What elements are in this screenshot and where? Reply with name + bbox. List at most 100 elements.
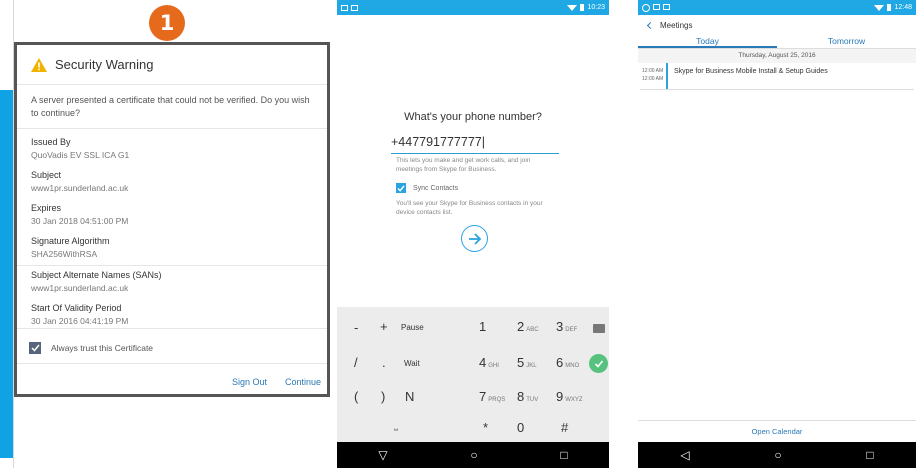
key-plus[interactable]: + xyxy=(380,319,388,334)
key-3[interactable]: 3 DEF xyxy=(556,319,577,334)
field-value: QuoVadis EV SSL ICA G1 xyxy=(31,150,130,160)
field-label: Subject xyxy=(31,170,62,180)
key-slash[interactable]: / xyxy=(354,355,358,370)
event-end: 12:00 AM xyxy=(642,76,664,82)
key-7[interactable]: 7 PRQS xyxy=(479,389,505,404)
warning-triangle-icon xyxy=(31,57,47,72)
field-label: Signature Algorithm xyxy=(31,236,110,246)
event-start: 12:00 AM xyxy=(642,68,664,74)
confirm-check-button[interactable] xyxy=(589,354,608,373)
key-4[interactable]: 4 GHI xyxy=(479,355,499,370)
status-time: 12:48 xyxy=(894,4,912,11)
date-header: Thursday, August 25, 2016 xyxy=(638,49,916,63)
event-times: 12:00 AM 12:00 AM xyxy=(640,63,668,89)
list-item[interactable]: 12:00 AM 12:00 AM Skype for Business Mob… xyxy=(640,63,914,90)
field-label: Expires xyxy=(31,203,62,213)
key-1[interactable]: 1 xyxy=(479,319,486,334)
home-nav-icon[interactable]: ○ xyxy=(774,448,781,462)
key-rparen[interactable]: ) xyxy=(381,389,385,404)
field-subject: Subject www1pr.sunderland.ac.uk xyxy=(31,169,313,195)
field-value: 30 Jan 2016 04:41:19 PM xyxy=(31,316,129,326)
field-value: www1pr.sunderland.ac.uk xyxy=(31,283,129,293)
trust-label: Always trust this Certificate xyxy=(51,343,154,353)
dialog-title: Security Warning xyxy=(55,57,154,72)
tab-today[interactable]: Today xyxy=(638,35,777,48)
arrow-right-icon xyxy=(468,232,481,245)
sync-contacts-checkbox[interactable]: Sync Contacts xyxy=(396,183,458,193)
dialog-message: A server presented a certificate that co… xyxy=(17,85,327,129)
sign-out-button[interactable]: Sign Out xyxy=(232,377,267,387)
sync-hint: You'll see your Skype for Business conta… xyxy=(396,200,543,216)
key-space[interactable]: ⎵ xyxy=(394,420,398,431)
back-nav-icon[interactable]: ◁ xyxy=(680,448,689,462)
wifi-icon xyxy=(567,4,578,11)
field-expires: Expires 30 Jan 2018 04:51:00 PM xyxy=(31,202,313,228)
key-6[interactable]: 6 MNO xyxy=(556,355,579,370)
field-label: Start Of Validity Period xyxy=(31,303,122,313)
backspace-icon[interactable] xyxy=(593,324,605,333)
field-value: www1pr.sunderland.ac.uk xyxy=(31,183,129,193)
field-signature-algorithm: Signature Algorithm SHA256WithRSA xyxy=(31,235,313,261)
divider xyxy=(17,265,327,266)
certificate-fields: Issued By QuoVadis EV SSL ICA G1 Subject… xyxy=(17,136,327,328)
back-label: Meetings xyxy=(660,20,693,30)
phone-number-screen: 10:23 What's your phone number? +4477917… xyxy=(337,0,609,468)
key-2[interactable]: 2 ABC xyxy=(517,319,539,334)
trust-certificate-checkbox[interactable]: Always trust this Certificate xyxy=(29,342,153,354)
battery-icon xyxy=(580,4,585,11)
recent-apps-icon[interactable]: □ xyxy=(560,448,567,462)
recent-apps-icon[interactable]: □ xyxy=(866,448,873,462)
key-star[interactable]: * xyxy=(483,420,488,435)
divider xyxy=(17,328,327,329)
status-right: 12:48 xyxy=(874,4,912,11)
notification-icon xyxy=(663,3,670,10)
field-start-validity: Start Of Validity Period 30 Jan 2016 04:… xyxy=(31,302,313,328)
key-wait[interactable]: Wait xyxy=(404,359,420,368)
checkbox-checked-icon[interactable] xyxy=(396,183,406,193)
key-0[interactable]: 0 xyxy=(517,420,524,435)
chevron-left-icon[interactable] xyxy=(646,21,655,29)
key-9[interactable]: 9 WXYZ xyxy=(556,389,583,404)
status-right: 10:23 xyxy=(567,4,605,11)
phone-hint: This lets you make and get work calls, a… xyxy=(396,157,531,173)
left-accent-strip xyxy=(0,90,13,458)
key-dash[interactable]: - xyxy=(354,320,358,335)
status-notifications xyxy=(341,4,358,11)
android-nav-bar: ▽ ○ □ xyxy=(337,442,609,468)
status-time: 10:23 xyxy=(587,4,605,11)
field-value: 30 Jan 2018 04:51:00 PM xyxy=(31,216,129,226)
key-n[interactable]: N xyxy=(405,389,414,404)
notification-icon xyxy=(642,3,650,12)
checkmark-icon xyxy=(30,344,40,352)
field-issued-by: Issued By QuoVadis EV SSL ICA G1 xyxy=(31,136,313,162)
open-calendar-button[interactable]: Open Calendar xyxy=(638,420,916,442)
phone-form: What's your phone number? +447791777777|… xyxy=(337,15,609,307)
continue-button[interactable]: Continue xyxy=(285,377,321,387)
tab-tomorrow[interactable]: Tomorrow xyxy=(777,35,916,48)
sync-contacts-label: Sync Contacts xyxy=(413,184,459,192)
key-5[interactable]: 5 JKL xyxy=(517,355,537,370)
field-label: Subject Alternate Names (SANs) xyxy=(31,270,162,280)
notification-icon xyxy=(341,4,348,11)
battery-icon xyxy=(887,4,892,11)
key-hash[interactable]: # xyxy=(561,420,568,435)
key-dot[interactable]: . xyxy=(382,355,386,370)
key-lparen[interactable]: ( xyxy=(354,389,358,404)
phone-number-input[interactable]: +447791777777| xyxy=(391,135,559,154)
dialog-actions: Sign Out Continue xyxy=(232,377,321,387)
status-bar: 12:48 xyxy=(638,0,916,15)
status-notifications xyxy=(642,3,670,12)
meetings-screen: 12:48 Meetings Today Tomorrow Thursday, … xyxy=(638,0,916,468)
key-pause[interactable]: Pause xyxy=(401,323,424,332)
status-bar: 10:23 xyxy=(337,0,609,15)
notification-icon xyxy=(351,4,358,11)
field-sans: Subject Alternate Names (SANs) www1pr.su… xyxy=(31,269,313,295)
back-nav-icon[interactable]: ▽ xyxy=(378,448,387,462)
meetings-header[interactable]: Meetings xyxy=(638,15,916,35)
key-8[interactable]: 8 TUV xyxy=(517,389,538,404)
next-arrow-button[interactable] xyxy=(461,225,488,252)
checkbox-checked-icon[interactable] xyxy=(29,342,41,354)
page-title: What's your phone number? xyxy=(404,111,542,123)
checkmark-icon xyxy=(594,359,603,368)
home-nav-icon[interactable]: ○ xyxy=(470,448,477,462)
